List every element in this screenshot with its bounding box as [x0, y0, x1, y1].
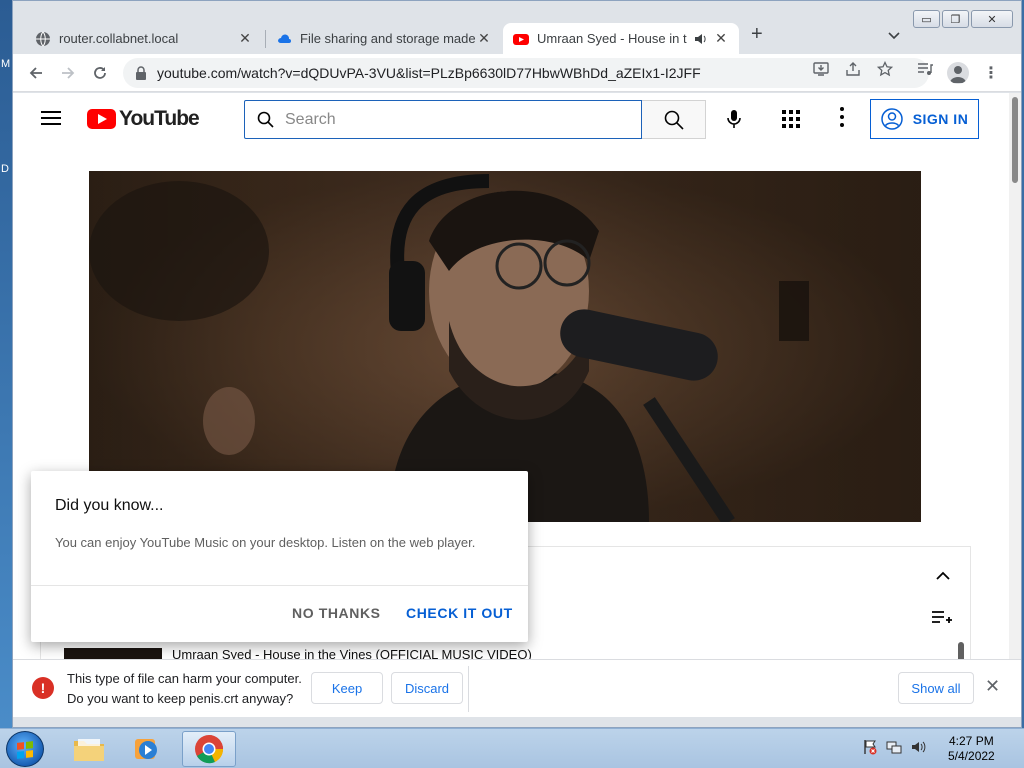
search-box[interactable] [244, 100, 642, 139]
tab-search-icon[interactable] [888, 29, 900, 43]
promo-title: Did you know... [55, 497, 164, 514]
tab-router[interactable]: router.collabnet.local ✕ [25, 23, 263, 54]
youtube-logo-text: YouTube [119, 107, 200, 130]
share-icon[interactable] [845, 61, 861, 80]
youtube-icon [513, 31, 529, 47]
lock-icon [136, 66, 146, 80]
tab-title: Umraan Syed - House in the [537, 31, 687, 46]
taskbar-clock[interactable]: 4:27 PM 5/4/2022 [948, 734, 995, 764]
desktop-background: M D [0, 0, 12, 728]
windows-logo-icon [17, 741, 33, 759]
network-icon[interactable] [886, 739, 902, 755]
youtube-header: YouTube SIGN IN [13, 93, 1009, 149]
tab-title: router.collabnet.local [59, 31, 179, 46]
page-viewport: YouTube SIGN IN [13, 93, 1009, 659]
taskbar-chrome[interactable] [182, 731, 236, 767]
address-bar[interactable]: youtube.com/watch?v=dQDUvPA-3VU&list=PLz… [123, 58, 929, 88]
playlist-thumbnail [64, 647, 162, 659]
clock-date: 5/4/2022 [948, 749, 995, 763]
youtube-music-promo-dialog: Did you know... You can enjoy YouTube Mu… [31, 471, 528, 642]
desktop-icon-label: M [1, 58, 11, 70]
chrome-icon [195, 735, 224, 764]
download-warning-line2: Do you want to keep penis.crt anyway? [67, 691, 294, 706]
media-icon[interactable] [917, 61, 933, 80]
apps-grid-icon[interactable] [782, 110, 800, 128]
sign-in-button[interactable]: SIGN IN [870, 99, 979, 139]
playlist-scrollbar[interactable] [958, 642, 964, 659]
browser-window: ▭ ❐ ✕ router.collabnet.local ✕ File shar… [12, 0, 1022, 728]
speaker-icon[interactable] [693, 31, 709, 47]
system-tray [862, 739, 926, 755]
tab-title: File sharing and storage made simple [300, 31, 476, 46]
youtube-logo[interactable]: YouTube [87, 107, 200, 131]
menu-icon[interactable]: ⋮ [983, 63, 999, 83]
collapse-chevron-icon[interactable] [935, 569, 951, 581]
media-player-icon [135, 739, 157, 759]
close-tab-icon[interactable]: ✕ [237, 30, 253, 47]
url-text: youtube.com/watch?v=dQDUvPA-3VU&list=PLz… [157, 65, 701, 81]
hamburger-icon[interactable] [41, 111, 61, 125]
desktop-icon-label: D [1, 163, 9, 175]
warning-icon: ! [32, 677, 54, 699]
back-icon[interactable] [23, 60, 49, 86]
show-all-button[interactable]: Show all [898, 672, 974, 704]
volume-icon[interactable] [910, 739, 926, 755]
close-download-bar-icon[interactable]: ✕ [985, 676, 1000, 697]
install-icon[interactable] [813, 61, 829, 80]
tab-strip: router.collabnet.local ✕ File sharing an… [13, 20, 1021, 54]
video-frame-image [89, 171, 921, 522]
no-thanks-button[interactable]: NO THANKS [292, 605, 381, 621]
forward-icon[interactable] [55, 60, 81, 86]
download-separator [468, 666, 469, 712]
search-icon [664, 110, 684, 130]
new-tab-button[interactable]: + [751, 23, 763, 46]
folder-icon [74, 739, 104, 761]
video-player[interactable] [89, 171, 921, 522]
search-input[interactable] [285, 110, 615, 129]
promo-text: You can enjoy YouTube Music on your desk… [55, 535, 476, 550]
tab-youtube[interactable]: Umraan Syed - House in the ✕ [503, 23, 739, 54]
start-button[interactable] [6, 731, 44, 767]
search-button[interactable] [642, 100, 706, 139]
sign-in-label: SIGN IN [912, 111, 969, 127]
check-it-out-button[interactable]: CHECK IT OUT [406, 605, 513, 621]
page-scrollbar[interactable] [1009, 93, 1021, 659]
playlist-item[interactable]: Umraan Syed - House in the Vines (OFFICI… [64, 647, 532, 659]
download-warning-line1: This type of file can harm your computer… [67, 671, 302, 686]
settings-kebab-icon[interactable] [839, 107, 845, 127]
clock-time: 4:27 PM [949, 734, 994, 748]
windows-taskbar: 4:27 PM 5/4/2022 [0, 728, 1024, 768]
account-icon [880, 108, 903, 130]
download-bar: ! This type of file can harm your comput… [13, 659, 1021, 717]
add-to-queue-icon[interactable] [931, 609, 953, 627]
reload-icon[interactable] [87, 60, 113, 86]
globe-icon [35, 31, 51, 47]
keep-button[interactable]: Keep [311, 672, 383, 704]
youtube-play-icon [87, 109, 116, 129]
page-scroll-thumb[interactable] [1012, 97, 1018, 183]
star-icon[interactable] [876, 60, 894, 80]
profile-icon[interactable] [947, 62, 969, 84]
close-tab-icon[interactable]: ✕ [713, 30, 729, 47]
search-icon [257, 111, 274, 128]
taskbar-media-player[interactable] [120, 731, 174, 767]
action-center-flag-icon[interactable] [862, 739, 878, 755]
promo-divider [31, 585, 528, 586]
tab-file-sharing[interactable]: File sharing and storage made simple ✕ [266, 23, 502, 54]
browser-toolbar: youtube.com/watch?v=dQDUvPA-3VU&list=PLz… [13, 54, 1021, 92]
taskbar-explorer[interactable] [62, 731, 116, 767]
playlist-item-title: Umraan Syed - House in the Vines (OFFICI… [172, 647, 532, 659]
discard-button[interactable]: Discard [391, 672, 463, 704]
cloud-icon [276, 31, 292, 47]
microphone-icon[interactable] [719, 104, 749, 134]
close-tab-icon[interactable]: ✕ [476, 30, 492, 47]
